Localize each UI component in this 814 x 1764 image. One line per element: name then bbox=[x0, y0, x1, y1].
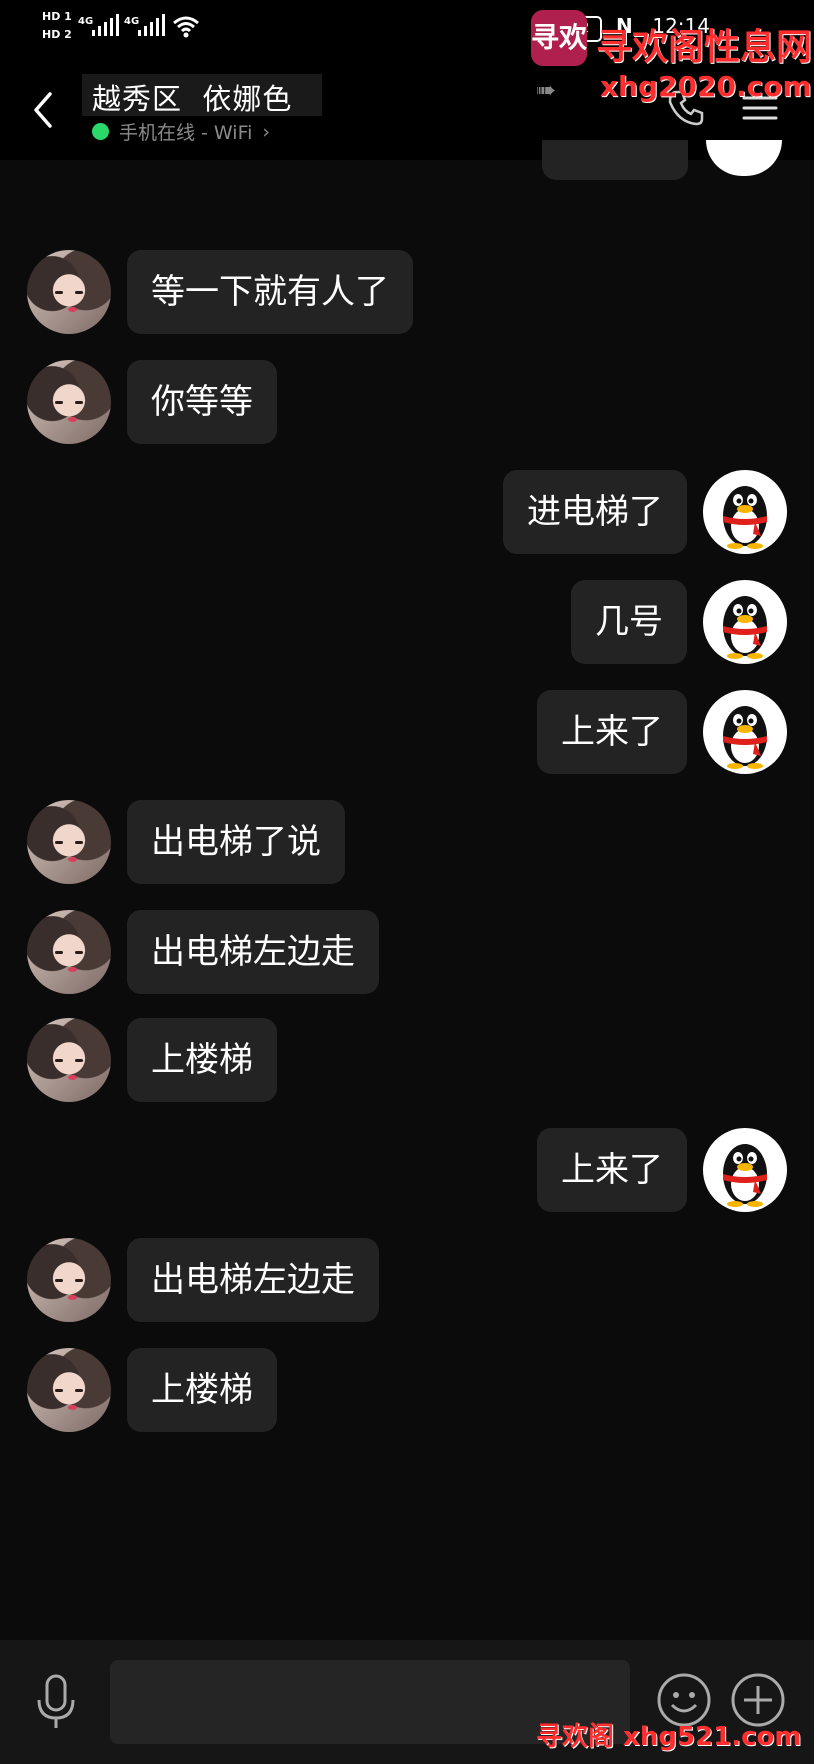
online-status[interactable]: 手机在线 - WiFi › bbox=[92, 118, 270, 145]
network-type-1: 4G bbox=[78, 16, 94, 27]
online-dot-icon bbox=[92, 123, 109, 140]
network-type-2: 4G bbox=[124, 16, 140, 27]
message-row: 上来了 bbox=[0, 690, 814, 774]
message-row: 出电梯左边走 bbox=[0, 910, 814, 994]
signal-1-icon bbox=[92, 14, 119, 36]
contact-avatar[interactable] bbox=[27, 1238, 111, 1322]
message-bubble[interactable]: 出电梯了说 bbox=[127, 800, 345, 884]
message-row: 上来了 bbox=[0, 1128, 814, 1212]
message-row: 等一下就有人了 bbox=[0, 250, 814, 334]
contact-avatar[interactable] bbox=[27, 1348, 111, 1432]
chevron-left-icon[interactable] bbox=[30, 90, 54, 130]
hd1-indicator: HD 1 bbox=[42, 10, 72, 23]
microphone-icon[interactable] bbox=[34, 1670, 78, 1734]
contact-avatar[interactable] bbox=[27, 910, 111, 994]
message-bubble[interactable]: 上来了 bbox=[537, 1128, 687, 1212]
penguin-avatar-icon[interactable] bbox=[703, 470, 787, 554]
message-row: 出电梯左边走 bbox=[0, 1238, 814, 1322]
partial-bubble bbox=[542, 140, 688, 180]
message-row: 你等等 bbox=[0, 360, 814, 444]
penguin-avatar-icon[interactable] bbox=[703, 690, 787, 774]
message-row: 进电梯了 bbox=[0, 470, 814, 554]
contact-avatar[interactable] bbox=[27, 250, 111, 334]
message-bubble[interactable]: 等一下就有人了 bbox=[127, 250, 413, 334]
watermark-site-name: 寻欢阁性息网 bbox=[596, 26, 813, 68]
contact-avatar[interactable] bbox=[27, 1018, 111, 1102]
message-bubble[interactable]: 进电梯了 bbox=[503, 470, 687, 554]
watermark-logo: 寻欢 bbox=[531, 10, 587, 66]
message-row: 几号 bbox=[0, 580, 814, 664]
message-row: 上楼梯 bbox=[0, 1018, 814, 1102]
message-bubble[interactable]: 上楼梯 bbox=[127, 1348, 277, 1432]
chevron-right-icon: › bbox=[262, 120, 271, 143]
watermark-url-bottom: 寻欢阁 xhg521.com bbox=[536, 1722, 802, 1752]
message-bubble[interactable]: 几号 bbox=[571, 580, 687, 664]
contact-name[interactable]: 越秀区 依娜色 bbox=[92, 76, 292, 118]
message-bubble[interactable]: 出电梯左边走 bbox=[127, 1238, 379, 1322]
online-status-text: 手机在线 - WiFi bbox=[119, 122, 253, 144]
message-bubble[interactable]: 上来了 bbox=[537, 690, 687, 774]
message-row: 上楼梯 bbox=[0, 1348, 814, 1432]
watermark-url-top: xhg2020.com bbox=[600, 70, 812, 103]
contact-avatar[interactable] bbox=[27, 800, 111, 884]
wifi-icon bbox=[173, 16, 199, 38]
penguin-avatar-icon[interactable] bbox=[703, 1128, 787, 1212]
message-bubble[interactable]: 出电梯左边走 bbox=[127, 910, 379, 994]
message-bubble[interactable]: 上楼梯 bbox=[127, 1018, 277, 1102]
hd2-indicator: HD 2 bbox=[42, 28, 72, 41]
penguin-avatar-icon[interactable] bbox=[703, 580, 787, 664]
contact-avatar[interactable] bbox=[27, 360, 111, 444]
message-bubble[interactable]: 你等等 bbox=[127, 360, 277, 444]
partial-avatar bbox=[706, 140, 782, 176]
watermark-arrow-icon: ➠ bbox=[536, 76, 557, 104]
message-row: 出电梯了说 bbox=[0, 800, 814, 884]
signal-2-icon bbox=[138, 14, 165, 36]
